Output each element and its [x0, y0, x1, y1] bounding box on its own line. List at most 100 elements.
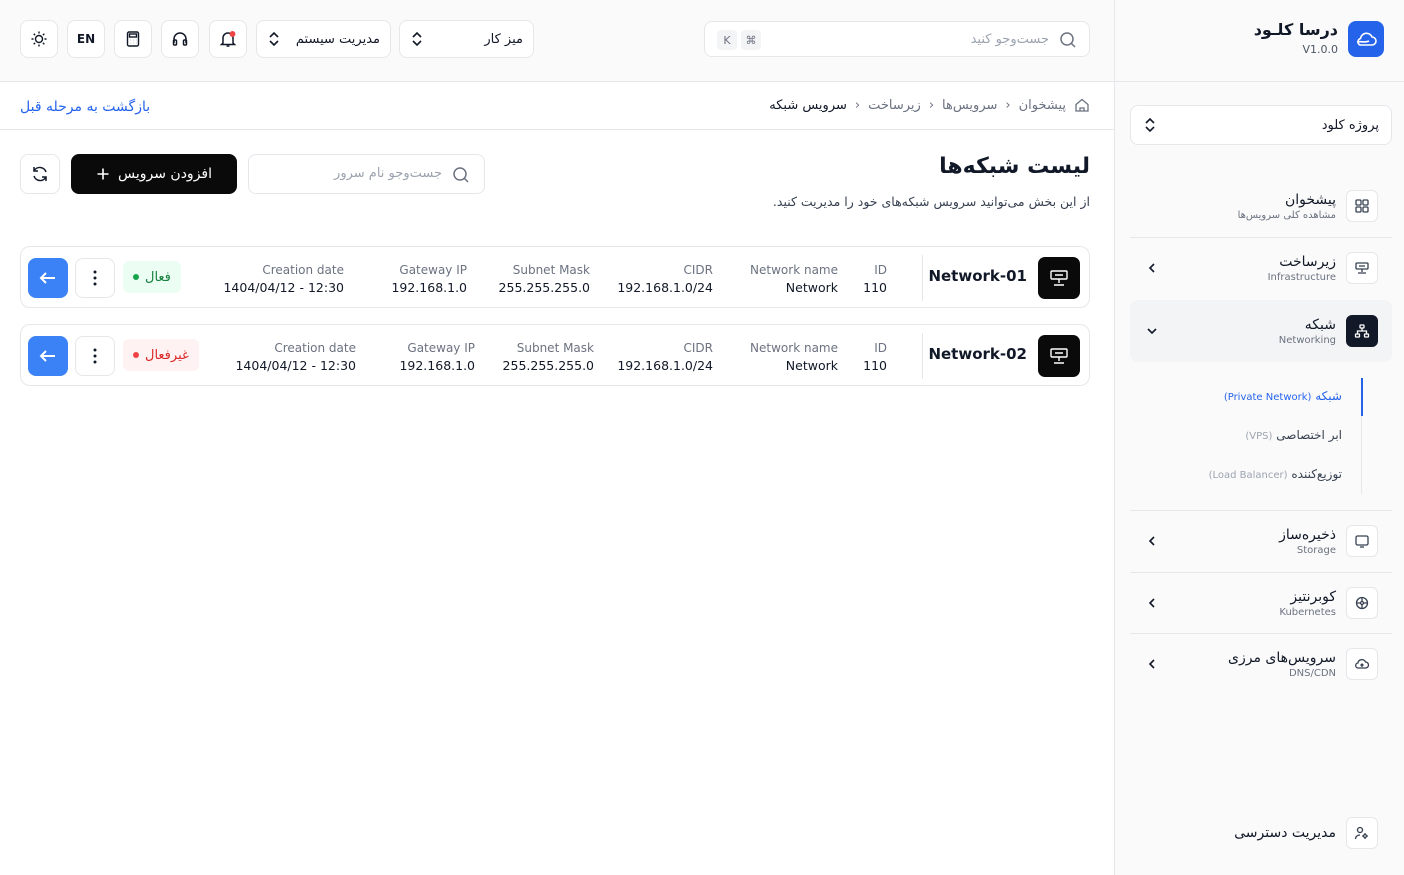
status-badge: غیرفعال: [123, 339, 199, 371]
sidebar-item-networking[interactable]: شبکه Networking: [1130, 300, 1392, 362]
arrow-left-icon: [39, 350, 55, 362]
server-icon: [1346, 252, 1378, 284]
notifications-button[interactable]: [209, 20, 247, 58]
support-button[interactable]: [161, 20, 199, 58]
more-options-button[interactable]: [75, 336, 115, 376]
network-name: Network-01: [928, 267, 1027, 285]
status-label: فعال: [145, 269, 171, 285]
field-creation-date: Creation date 1404/04/12 - 12:30: [223, 263, 344, 295]
main-content: جست‌وجو کنید ⌘ K میز کار مدیریت سیستم EN…: [0, 0, 1114, 875]
sun-icon: [31, 31, 47, 47]
field-value: 192.168.1.0: [391, 280, 467, 295]
field-value: 1404/04/12 - 12:30: [223, 280, 344, 295]
open-network-button[interactable]: [28, 258, 68, 298]
field-gateway: Gateway IP 192.168.1.0: [399, 341, 475, 373]
search-icon: [452, 166, 470, 188]
system-select[interactable]: مدیریت سیستم: [256, 20, 391, 58]
sidebar-item-label: کوبرنتیز: [1290, 588, 1336, 605]
status-label: غیرفعال: [145, 347, 189, 363]
headphones-icon: [172, 32, 188, 46]
kebab-menu-icon: [93, 270, 97, 286]
subnav-private-network[interactable]: شبکه (Private Network): [1224, 389, 1342, 403]
field-value: Network: [785, 358, 838, 373]
storage-icon: [1346, 525, 1378, 557]
chevron-left-icon: ‹: [854, 97, 861, 113]
subnav-label: شبکه: [1315, 389, 1342, 403]
field-value: 192.168.1.0/24: [617, 358, 713, 373]
search-placeholder: جست‌وجو نام سرور: [334, 166, 442, 181]
sidebar-item-sublabel: DNS/CDN: [1288, 667, 1336, 679]
theme-toggle[interactable]: [20, 20, 58, 58]
brand-name: درسا کلـود: [1253, 20, 1338, 39]
divider: [922, 333, 923, 379]
updown-chevron-icon: [412, 31, 422, 47]
page-subtitle: از این بخش می‌توانید سرویس شبکه‌های خود …: [772, 194, 1090, 209]
divider: [922, 255, 923, 301]
server-search-input[interactable]: جست‌وجو نام سرور: [248, 154, 485, 194]
brand-version: V1.0.0: [1302, 43, 1338, 56]
sidebar-item-label: شبکه: [1304, 316, 1336, 333]
breadcrumb-item[interactable]: زیرساخت: [868, 98, 921, 113]
field-label: Subnet Mask: [516, 341, 594, 355]
field-cidr: CIDR 192.168.1.0/24: [617, 263, 713, 295]
refresh-icon: [33, 166, 47, 182]
sidebar-item-sublabel: Storage: [1296, 544, 1336, 556]
field-value: 110: [863, 358, 887, 373]
subnav-sublabel: (Private Network): [1223, 392, 1312, 403]
global-search[interactable]: جست‌وجو کنید ⌘ K: [704, 21, 1090, 57]
network-row: Network-02 ID 110 Network name Network CID…: [20, 324, 1090, 386]
divider: [0, 129, 1114, 130]
back-link[interactable]: بازگشت به مرحله قبل: [20, 99, 150, 115]
more-options-button[interactable]: [75, 258, 115, 298]
network-row: Network-01 ID 110 Network name Network CID…: [20, 246, 1090, 308]
network-icon: [1346, 315, 1378, 347]
language-button[interactable]: EN: [67, 20, 105, 58]
breadcrumb-item[interactable]: پیشخوان: [1019, 98, 1066, 113]
field-creation-date: Creation date 1404/04/12 - 12:30: [235, 341, 356, 373]
refresh-button[interactable]: [20, 154, 60, 194]
cloud-logo-icon: [1348, 21, 1384, 57]
kebab-menu-icon: [93, 348, 97, 364]
sidebar-item-infrastructure[interactable]: زیرساخت Infrastructure: [1130, 238, 1392, 298]
kubernetes-icon: [1346, 587, 1378, 619]
field-value: 255.255.255.0: [498, 280, 590, 295]
field-value: 192.168.1.0/24: [617, 280, 713, 295]
search-icon: [1059, 31, 1077, 53]
chevron-left-icon: [1144, 595, 1160, 611]
access-label: مدیریت دسترسی: [1234, 825, 1336, 841]
subnav-vps[interactable]: ابر اختصاصی (VPS): [1245, 428, 1342, 442]
sidebar-item-label: سرویس‌های مرزی: [1228, 649, 1336, 666]
calculator-button[interactable]: [114, 20, 152, 58]
field-network-name: Network name Network: [750, 341, 838, 373]
sidebar-item-sublabel: مشاهده کلی سرویس‌ها: [1237, 209, 1336, 221]
field-subnet: Subnet Mask 255.255.255.0: [503, 341, 594, 373]
workspace-label: میز کار: [484, 31, 523, 47]
home-icon[interactable]: [1074, 97, 1090, 113]
sidebar: درسا کلـود V1.0.0 پروژه کلود پیشخوان مشاه…: [1114, 0, 1404, 875]
field-gateway: Gateway IP 192.168.1.0: [391, 263, 467, 295]
field-value: 192.168.1.0: [399, 358, 475, 373]
breadcrumb-item[interactable]: سرویس‌ها: [942, 98, 997, 113]
chevron-left-icon: [1144, 656, 1160, 672]
subnav-active-indicator: [1361, 378, 1363, 416]
user-key-icon: [1346, 817, 1378, 849]
breadcrumb-current: سرویس شبکه: [769, 97, 847, 113]
calculator-icon: [126, 31, 140, 47]
sidebar-item-edge-services[interactable]: سرویس‌های مرزی DNS/CDN: [1130, 634, 1392, 694]
sidebar-item-kubernetes[interactable]: کوبرنتیز Kubernetes: [1130, 573, 1392, 633]
project-selector[interactable]: پروژه کلود: [1130, 105, 1392, 145]
open-network-button[interactable]: [28, 336, 68, 376]
subnav-load-balancer[interactable]: توزیع‌کننده (Load Balancer): [1209, 467, 1342, 481]
cloud-icon: [1346, 648, 1378, 680]
field-label: Gateway IP: [407, 341, 475, 355]
sidebar-item-storage[interactable]: ذخیره‌ساز Storage: [1130, 511, 1392, 571]
add-service-button[interactable]: افزودن سرویس: [71, 154, 237, 194]
status-dot: [133, 352, 139, 358]
sidebar-item-label: ذخیره‌ساز: [1279, 526, 1336, 543]
server-icon: [1038, 257, 1080, 299]
workspace-select[interactable]: میز کار: [399, 20, 534, 58]
sidebar-item-dashboard[interactable]: پیشخوان مشاهده کلی سرویس‌ها: [1130, 176, 1392, 236]
sidebar-item-access-management[interactable]: مدیریت دسترسی: [1130, 813, 1392, 853]
updown-chevron-icon: [1145, 117, 1155, 133]
chevron-left-icon: ‹: [928, 97, 935, 113]
